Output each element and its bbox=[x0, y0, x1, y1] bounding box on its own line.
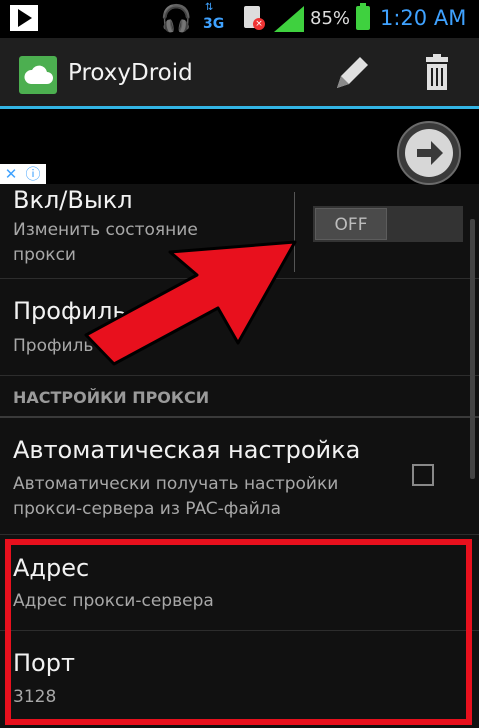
pref-summary-line: Автоматически получать настройки bbox=[13, 474, 339, 494]
pref-auto-config[interactable]: Автоматическая настройка Автоматически п… bbox=[0, 418, 479, 535]
edit-button[interactable] bbox=[328, 50, 374, 96]
pref-profile[interactable]: Профиль Профиль 1 bbox=[0, 279, 479, 376]
pref-port[interactable]: Порт 3128 bbox=[0, 631, 479, 728]
pref-title: Профиль bbox=[13, 297, 127, 325]
section-header: НАСТРОЙКИ ПРОКСИ bbox=[13, 388, 210, 407]
battery-icon bbox=[356, 3, 370, 30]
vertical-divider bbox=[294, 192, 295, 272]
pref-summary: Изменить состояние прокси bbox=[13, 218, 198, 268]
pref-title: Порт bbox=[13, 649, 75, 677]
ad-choices-badge[interactable]: ✕ ⓘ bbox=[0, 164, 46, 184]
clock: 1:20 AM bbox=[380, 6, 467, 30]
pref-title: Автоматическая настройка bbox=[13, 436, 361, 464]
status-bar: 🎧 ⇅ 3G × 85% 1:20 AM bbox=[0, 0, 479, 38]
pref-summary: 3128 bbox=[13, 687, 57, 707]
proxy-switch[interactable]: OFF bbox=[313, 206, 463, 242]
signal-strength-icon bbox=[274, 6, 304, 32]
pref-summary-line: прокси-сервера из PAC-файла bbox=[13, 499, 282, 519]
next-arrow-button[interactable] bbox=[397, 121, 461, 185]
scrollbar[interactable] bbox=[470, 219, 475, 479]
info-icon[interactable]: ⓘ bbox=[22, 164, 44, 184]
pref-title: Адрес bbox=[13, 554, 90, 582]
pref-title: Вкл/Выкл bbox=[13, 186, 133, 214]
pencil-icon bbox=[337, 57, 368, 88]
pref-summary: Адрес прокси-сервера bbox=[13, 591, 214, 611]
cloud-logo-icon bbox=[19, 56, 57, 94]
pref-summary-line: Изменить состояние bbox=[13, 220, 198, 240]
headphones-icon: 🎧 bbox=[160, 4, 193, 34]
pref-summary: Профиль 1 bbox=[13, 336, 110, 356]
arrow-right-icon bbox=[405, 129, 453, 177]
preferences-screen: ✕ ⓘ Вкл/Выкл Изменить состояние прокси OF… bbox=[0, 109, 479, 728]
no-sim-icon: × bbox=[253, 18, 265, 30]
app-title: ProxyDroid bbox=[68, 60, 193, 86]
network-type-label: 3G bbox=[203, 16, 225, 32]
data-activity-icon: ⇅ bbox=[205, 2, 214, 13]
play-store-notification-icon bbox=[10, 5, 38, 31]
delete-button[interactable] bbox=[414, 50, 460, 96]
auto-config-checkbox[interactable] bbox=[412, 464, 434, 486]
pref-address[interactable]: Адрес Адрес прокси-сервера bbox=[0, 537, 479, 631]
battery-percentage: 85% bbox=[310, 8, 351, 29]
close-x-icon[interactable]: ✕ bbox=[0, 164, 22, 184]
ad-banner-area: ✕ ⓘ bbox=[0, 109, 479, 185]
trash-icon bbox=[426, 54, 448, 90]
pref-proxy-toggle[interactable]: Вкл/Выкл Изменить состояние прокси OFF bbox=[0, 184, 479, 279]
action-bar: ProxyDroid bbox=[0, 38, 479, 109]
switch-state-label: OFF bbox=[315, 208, 387, 240]
pref-summary: Автоматически получать настройки прокси-… bbox=[13, 472, 338, 522]
pref-summary-line: прокси bbox=[13, 245, 76, 265]
